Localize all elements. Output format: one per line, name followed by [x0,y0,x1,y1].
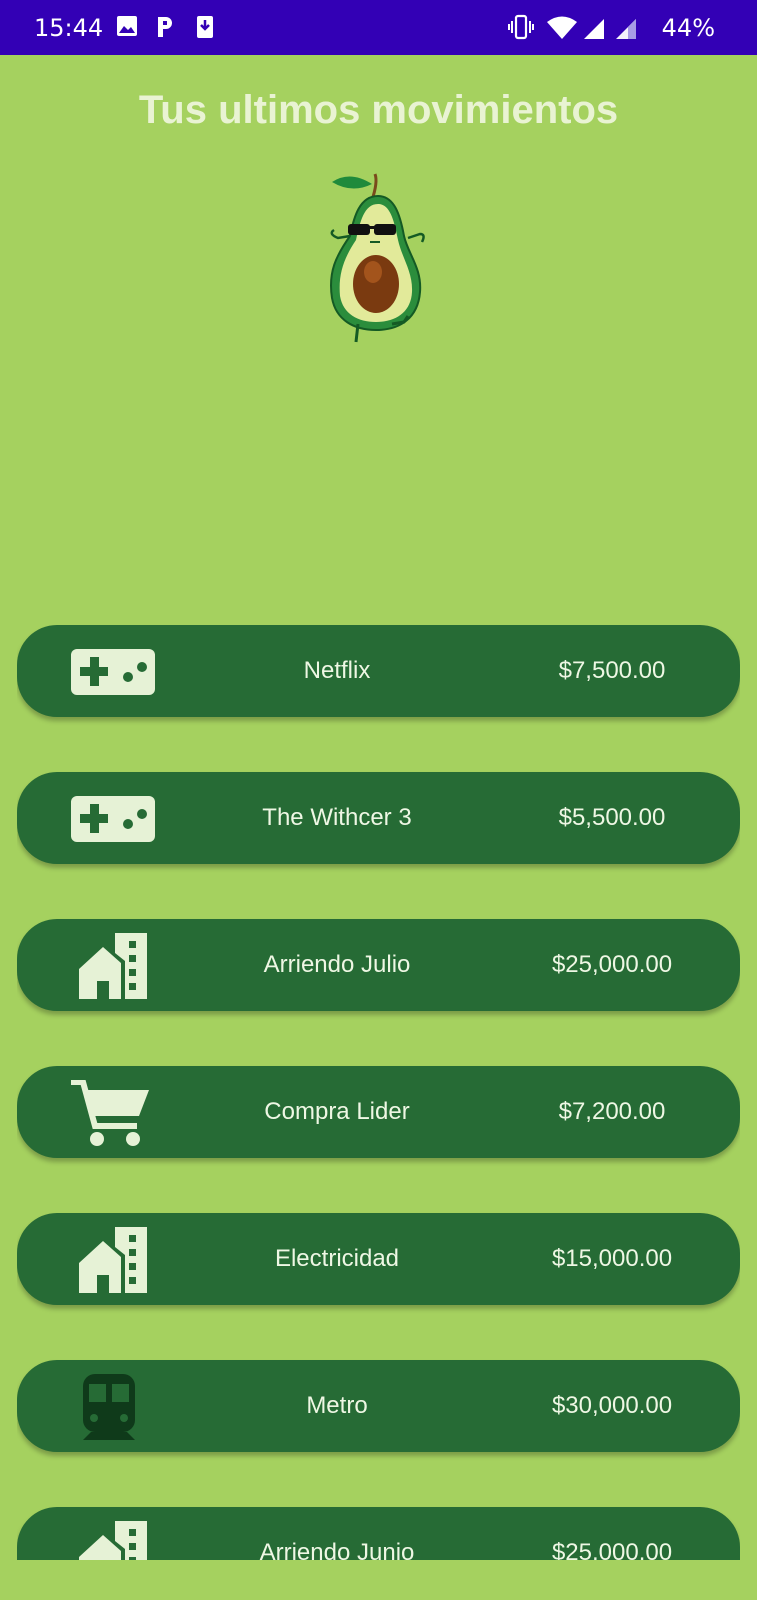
transaction-name: Arriendo Junio [259,1539,415,1560]
download-icon [197,16,213,38]
transaction-name: Netflix [303,657,371,684]
house-building-icon [79,1521,147,1560]
train-icon [83,1374,135,1440]
image-icon [117,16,137,36]
transaction-item[interactable]: Compra Lider $7,200.00 [17,1066,740,1158]
transaction-amount: $15,000.00 [551,1245,673,1272]
transaction-name: Metro [306,1392,368,1419]
wifi-icon [547,16,577,39]
transaction-name: The Withcer 3 [262,804,412,831]
transaction-item[interactable]: Netflix $7,500.00 [17,625,740,717]
signal-icon [616,19,636,39]
transaction-amount: $5,500.00 [558,804,666,831]
house-building-icon [79,1227,147,1293]
transaction-item[interactable]: Arriendo Julio $25,000.00 [17,919,740,1011]
transaction-item[interactable]: Electricidad $15,000.00 [17,1213,740,1305]
shopping-cart-icon [71,1080,149,1146]
transaction-amount: $25,000.00 [551,1539,673,1560]
transaction-item[interactable]: The Withcer 3 $5,500.00 [17,772,740,864]
gamepad-icon [71,796,155,842]
transaction-amount: $7,500.00 [558,657,666,684]
status-time: 15:44 [34,14,104,42]
avocado-mascot-icon [330,173,425,343]
page-title: Tus ultimos movimientos [138,88,619,132]
transaction-amount: $30,000.00 [551,1392,673,1419]
gamepad-icon [71,649,155,695]
transaction-amount: $7,200.00 [558,1098,666,1125]
transaction-item[interactable]: Metro $30,000.00 [17,1360,740,1452]
house-building-icon [79,933,147,999]
transaction-item[interactable]: Arriendo Junio $25,000.00 [17,1507,740,1560]
transaction-amount: $25,000.00 [551,951,673,978]
transaction-name: Compra Lider [264,1098,410,1125]
vibrate-icon [508,14,534,40]
transaction-name: Electricidad [274,1245,400,1272]
signal-icon [584,19,604,39]
battery-percent: 44% [661,14,715,42]
transaction-name: Arriendo Julio [263,951,411,978]
parking-p-icon [158,17,172,37]
status-bar: 15:44 44% [0,0,757,55]
transactions-list[interactable]: Netflix $7,500.00 The Withcer 3 $5,500.0… [17,625,740,1560]
